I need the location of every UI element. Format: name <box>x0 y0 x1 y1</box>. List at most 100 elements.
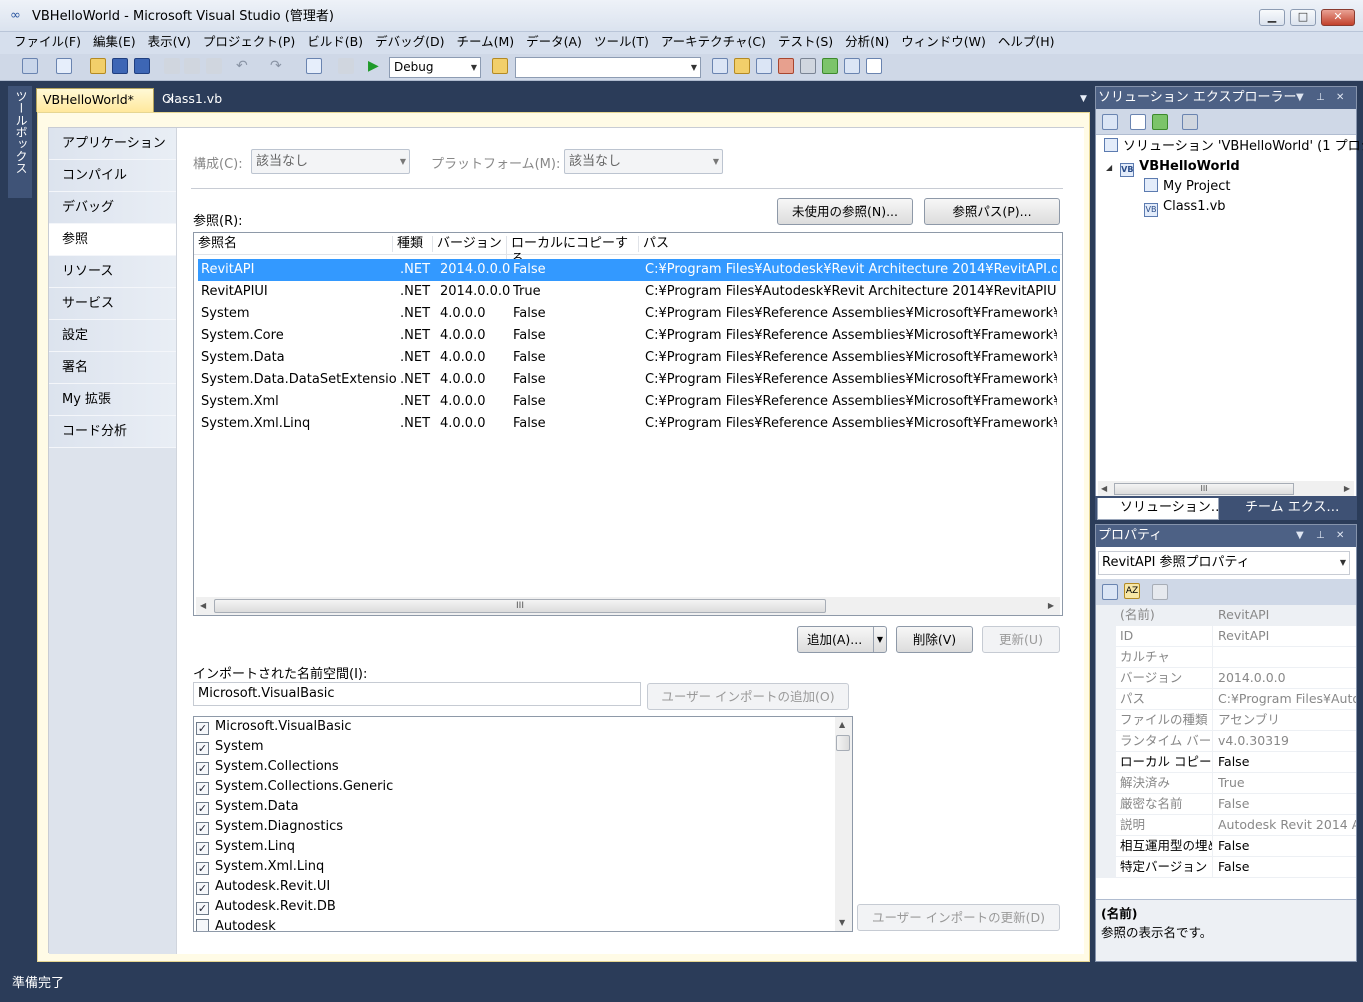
property-value[interactable] <box>1218 647 1356 667</box>
horizontal-scrollbar[interactable]: ◀ III ▶ <box>196 597 1060 615</box>
namespace-checkbox[interactable]: ✓ <box>196 862 209 875</box>
cut-icon[interactable] <box>164 58 180 74</box>
nav-item[interactable]: My 拡張 <box>49 384 176 416</box>
property-row[interactable]: ID RevitAPI <box>1096 626 1356 647</box>
namespace-item[interactable]: ✓ System.Data <box>196 797 299 817</box>
namespace-checkbox[interactable] <box>196 919 209 931</box>
property-row[interactable]: バージョン 2014.0.0.0 <box>1096 668 1356 689</box>
update-user-import-button[interactable]: ユーザー インポートの更新(D) <box>857 904 1060 931</box>
reference-row[interactable]: RevitAPI .NET 2014.0.0.0 False C:¥Program Fi… <box>198 259 1060 281</box>
menu-item[interactable]: アーキテクチャ(C) <box>655 33 772 53</box>
close-pane-icon[interactable]: ✕ <box>1336 525 1344 547</box>
redo-icon[interactable]: ↷ <box>270 58 286 74</box>
alphabetical-icon[interactable]: AZ <box>1124 583 1140 599</box>
view-class-diagram-icon[interactable] <box>1182 114 1198 130</box>
pin-icon[interactable]: ⊥ <box>1316 525 1325 547</box>
property-pages-icon[interactable] <box>1152 584 1168 600</box>
reference-row[interactable]: System .NET 4.0.0.0 False C:¥Program Files¥R… <box>198 303 1060 325</box>
pane-menu-icon[interactable]: ▼ <box>1296 525 1304 547</box>
properties-window-icon[interactable] <box>734 58 750 74</box>
property-value[interactable]: 2014.0.0.0 <box>1218 668 1356 688</box>
menu-item[interactable]: 編集(E) <box>87 33 142 53</box>
namespace-item[interactable]: ✓ System.Collections.Generic <box>196 777 393 797</box>
property-value[interactable]: Autodesk Revit 2014 A <box>1218 815 1356 835</box>
platform-select[interactable]: 該当なし ▼ <box>564 149 723 174</box>
configuration-select[interactable]: 該当なし ▼ <box>251 149 410 174</box>
scroll-down-icon[interactable]: ▼ <box>839 916 845 930</box>
namespace-item[interactable]: ✓ System.Diagnostics <box>196 817 343 837</box>
column-header[interactable]: バージョン <box>432 236 506 252</box>
column-header[interactable]: 種類 <box>392 236 432 252</box>
nav-item[interactable]: コンパイル <box>49 160 176 192</box>
pin-icon[interactable]: ⊥ <box>1316 87 1325 109</box>
nav-item[interactable]: アプリケーション <box>49 128 176 160</box>
maximize-button[interactable]: □ <box>1290 9 1316 26</box>
namespace-checkbox[interactable]: ✓ <box>196 742 209 755</box>
property-value[interactable]: False <box>1218 794 1356 814</box>
menu-item[interactable]: 表示(V) <box>142 33 197 53</box>
new-project-icon[interactable] <box>22 58 38 74</box>
column-header[interactable]: パス <box>638 236 1058 252</box>
property-row[interactable]: ランタイム バージョンv4.0.30319 <box>1096 731 1356 752</box>
tab-menu-icon[interactable]: ▼ <box>1074 88 1093 112</box>
reference-row[interactable]: System.Xml .NET 4.0.0.0 False C:¥Program Fil… <box>198 391 1060 413</box>
vertical-scrollbar[interactable]: ▲ ▼ <box>835 717 852 931</box>
solution-configuration-select[interactable]: Debug ▼ <box>389 57 481 78</box>
tab-solution-explorer[interactable]: ソリューション… <box>1097 498 1219 520</box>
horizontal-scrollbar[interactable]: ◀ III ▶ <box>1098 481 1354 497</box>
menu-item[interactable]: ツール(T) <box>588 33 655 53</box>
save-all-icon[interactable] <box>134 58 150 74</box>
property-row[interactable]: 解決済み True <box>1096 773 1356 794</box>
scroll-right-icon[interactable]: ▶ <box>1344 482 1350 496</box>
tree-item-class1[interactable]: VB Class1.vb <box>1144 197 1226 217</box>
tree-project[interactable]: ◢ VB VBHelloWorld <box>1106 157 1240 178</box>
remove-reference-button[interactable]: 削除(V) <box>896 626 973 653</box>
menu-item[interactable]: データ(A) <box>520 33 588 53</box>
nav-item[interactable]: 署名 <box>49 352 176 384</box>
menu-item[interactable]: テスト(S) <box>772 33 839 53</box>
property-value[interactable]: RevitAPI <box>1218 605 1356 625</box>
menu-item[interactable]: ウィンドウ(W) <box>895 33 992 53</box>
property-value[interactable]: False <box>1218 752 1356 772</box>
namespace-item[interactable]: ✓ Microsoft.VisualBasic <box>196 717 352 737</box>
nav-item[interactable]: リソース <box>49 256 176 288</box>
scroll-left-icon[interactable]: ◀ <box>1101 482 1107 496</box>
tree-solution[interactable]: ソリューション 'VBHelloWorld' (1 プロジ <box>1104 137 1363 157</box>
namespace-checkbox[interactable]: ✓ <box>196 722 209 735</box>
property-row[interactable]: ファイルの種類 アセンブリ <box>1096 710 1356 731</box>
pane-menu-icon[interactable]: ▼ <box>1296 87 1304 109</box>
property-row[interactable]: 特定バージョン False <box>1096 857 1356 878</box>
nav-item[interactable]: デバッグ <box>49 192 176 224</box>
menu-item[interactable]: プロジェクト(P) <box>197 33 301 53</box>
namespace-checkbox[interactable]: ✓ <box>196 802 209 815</box>
reference-row[interactable]: System.Core .NET 4.0.0.0 False C:¥Program Fi… <box>198 325 1060 347</box>
object-browser-icon[interactable] <box>756 58 772 74</box>
namespace-item[interactable]: ✓ System.Collections <box>196 757 339 777</box>
navigate-backward-icon[interactable] <box>306 58 322 74</box>
find-combo[interactable]: ▼ <box>515 57 701 78</box>
nav-item[interactable]: サービス <box>49 288 176 320</box>
namespace-checkbox[interactable]: ✓ <box>196 842 209 855</box>
toolbox-tab[interactable]: ツールボックス <box>8 86 32 198</box>
scroll-thumb[interactable]: III <box>214 599 826 613</box>
extension-manager-icon[interactable] <box>844 58 860 74</box>
menu-item[interactable]: ファイル(F) <box>8 33 87 53</box>
minimize-button[interactable]: ▁ <box>1259 9 1285 26</box>
property-row[interactable]: 厳密な名前 False <box>1096 794 1356 815</box>
references-list[interactable]: 参照名種類バージョンローカルにコピーするパス RevitAPI .NET 2014.… <box>193 232 1063 616</box>
close-pane-icon[interactable]: ✕ <box>1336 87 1344 109</box>
menu-item[interactable]: 分析(N) <box>839 33 895 53</box>
solution-explorer-icon[interactable] <box>712 58 728 74</box>
properties-icon[interactable] <box>1102 114 1118 130</box>
namespace-item[interactable]: ✓ System <box>196 737 263 757</box>
scroll-left-icon[interactable]: ◀ <box>200 599 206 613</box>
property-value[interactable]: False <box>1218 836 1356 856</box>
show-all-files-icon[interactable] <box>1130 114 1146 130</box>
property-row[interactable]: 説明 Autodesk Revit 2014 A <box>1096 815 1356 836</box>
open-file-icon[interactable] <box>90 58 106 74</box>
namespace-item[interactable]: Autodesk <box>196 917 276 931</box>
property-row[interactable]: ローカル コピー False <box>1096 752 1356 773</box>
copy-icon[interactable] <box>184 58 200 74</box>
scroll-right-icon[interactable]: ▶ <box>1048 599 1054 613</box>
namespace-item[interactable]: ✓ Autodesk.Revit.DB <box>196 897 336 917</box>
